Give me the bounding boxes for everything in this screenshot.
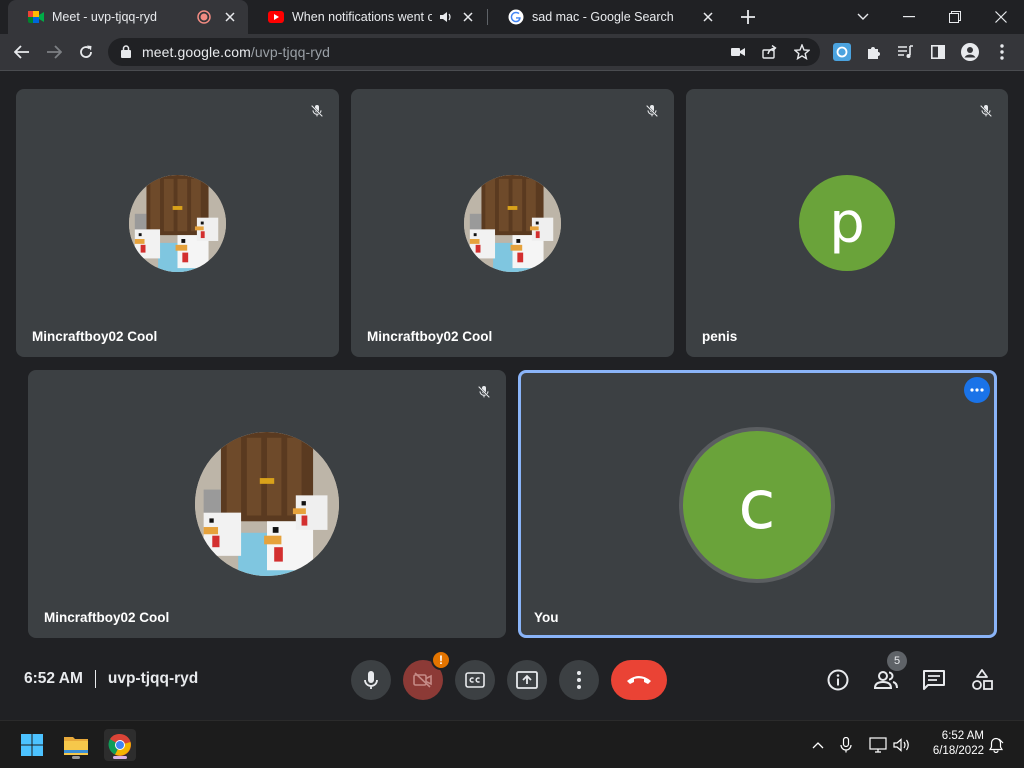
mic-off-icon [640, 99, 664, 123]
participant-tile[interactable]: p penis [686, 89, 1008, 357]
active-indicator [113, 756, 127, 759]
participant-name: Mincraftboy02 Cool [32, 329, 158, 344]
url-text: meet.google.com/uvp-tjqq-ryd [142, 44, 330, 60]
camera-warning-badge: ! [431, 650, 451, 670]
microphone-button[interactable] [351, 660, 391, 700]
divider [94, 670, 96, 688]
recording-icon [196, 9, 212, 25]
url-path: /uvp-tjqq-ryd [250, 44, 331, 60]
file-explorer-icon[interactable] [60, 729, 92, 761]
meeting-time: 6:52 AM [24, 670, 83, 687]
tab-close-icon[interactable] [460, 9, 476, 25]
close-window-button[interactable] [978, 0, 1024, 34]
more-options-button[interactable] [964, 377, 990, 403]
activities-button[interactable] [966, 664, 998, 696]
tab-google-search[interactable]: sad mac - Google Search [488, 0, 726, 34]
tab-search-button[interactable] [840, 0, 886, 34]
mic-off-icon [305, 99, 329, 123]
url-host: meet.google.com [142, 44, 251, 60]
chrome-taskbar-icon[interactable] [104, 729, 136, 761]
tab-title: When notifications went off i [292, 10, 432, 24]
captions-button[interactable] [455, 660, 495, 700]
bookmark-star-icon[interactable] [794, 44, 810, 60]
extensions-puzzle-icon[interactable] [864, 42, 884, 62]
profile-icon[interactable] [960, 42, 980, 62]
participant-name: penis [702, 329, 738, 344]
google-icon [508, 9, 524, 25]
notifications-bell-icon[interactable] [986, 735, 1006, 755]
youtube-icon [268, 9, 284, 25]
forward-button[interactable] [40, 38, 68, 66]
tab-youtube[interactable]: When notifications went off i [248, 0, 486, 34]
present-screen-button[interactable] [507, 660, 547, 700]
camera-in-use-icon[interactable] [730, 44, 746, 60]
tab-close-icon[interactable] [700, 9, 716, 25]
back-button[interactable] [8, 38, 36, 66]
address-bar[interactable]: meet.google.com/uvp-tjqq-ryd [108, 38, 820, 66]
meeting-info: 6:52 AM uvp-tjqq-ryd [24, 670, 198, 688]
restore-button[interactable] [932, 0, 978, 34]
tab-strip: Meet - uvp-tjqq-ryd When notifications w… [0, 0, 1024, 34]
meeting-code: uvp-tjqq-ryd [107, 670, 199, 687]
mic-off-icon [472, 380, 496, 404]
google-meet-icon [28, 9, 44, 25]
windows-start-icon[interactable] [16, 729, 48, 761]
media-controls-icon[interactable] [896, 42, 916, 62]
participant-avatar [129, 175, 226, 272]
network-icon[interactable] [868, 735, 888, 755]
chrome-menu-icon[interactable] [992, 42, 1012, 62]
clock-time: 6:52 AM [941, 730, 984, 742]
self-initial-avatar: c [683, 431, 831, 579]
participant-initial-avatar: p [799, 175, 895, 271]
windows-taskbar: 6:52 AM 6/18/2022 [0, 720, 1024, 768]
camera-button[interactable]: ! [403, 650, 451, 700]
participant-count-badge: 5 [887, 651, 907, 671]
lock-icon[interactable] [121, 45, 131, 63]
meeting-details-button[interactable] [822, 664, 854, 696]
leave-call-button[interactable] [611, 660, 667, 700]
participant-tile[interactable]: Mincraftboy02 Cool [28, 370, 506, 638]
tab-title: Meet - uvp-tjqq-ryd [52, 10, 157, 24]
running-indicator [72, 756, 80, 759]
chat-button[interactable] [918, 664, 950, 696]
participant-name: Mincraftboy02 Cool [367, 329, 493, 344]
participant-name: You [534, 610, 559, 625]
show-hidden-icons-chevron-up-icon[interactable] [808, 735, 828, 755]
mic-off-icon [974, 99, 998, 123]
share-icon[interactable] [762, 44, 778, 60]
speaker-icon[interactable] [438, 9, 454, 25]
more-options-button[interactable] [559, 660, 599, 700]
participant-tile[interactable]: Mincraftboy02 Cool [351, 89, 674, 357]
new-tab-button[interactable] [738, 7, 758, 27]
tab-close-icon[interactable] [222, 9, 238, 25]
browser-window: Meet - uvp-tjqq-ryd When notifications w… [0, 0, 1024, 71]
meeting-controls-bar: 6:52 AM uvp-tjqq-ryd ! 5 [0, 649, 1024, 720]
side-panel-icon[interactable] [928, 42, 948, 62]
browser-toolbar: meet.google.com/uvp-tjqq-ryd [0, 34, 1024, 71]
reload-button[interactable] [72, 38, 100, 66]
volume-icon[interactable] [892, 735, 912, 755]
minimize-button[interactable] [886, 0, 932, 34]
extension-icon[interactable] [832, 42, 852, 62]
participant-avatar [195, 432, 339, 576]
self-tile[interactable]: c You [518, 370, 997, 638]
taskbar-clock[interactable]: 6:52 AM 6/18/2022 [920, 729, 984, 759]
participant-tile[interactable]: Mincraftboy02 Cool [16, 89, 339, 357]
microphone-in-use-icon[interactable] [836, 735, 856, 755]
tab-meet[interactable]: Meet - uvp-tjqq-ryd [8, 0, 248, 34]
tab-title: sad mac - Google Search [532, 10, 674, 24]
participant-avatar [464, 175, 561, 272]
participant-name: Mincraftboy02 Cool [44, 610, 170, 625]
clock-date: 6/18/2022 [932, 745, 984, 757]
meeting-stage: Mincraftboy02 Cool Mincraftboy02 Cool p … [0, 71, 1024, 720]
